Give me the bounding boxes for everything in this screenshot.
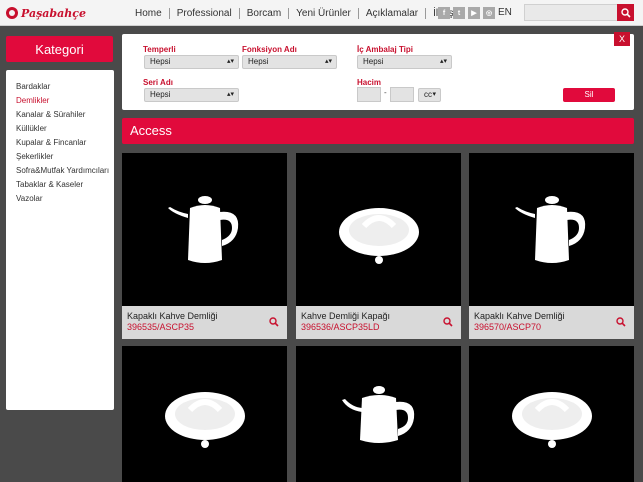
product-info: Kahve Demliği Kapağı 396536/ASCP35LD <box>296 306 461 339</box>
zoom-icon[interactable] <box>443 317 453 327</box>
ambalaj-label: İç Ambalaj Tipi <box>357 45 414 54</box>
fonksiyon-select[interactable]: Hepsi ▴▾ <box>242 55 337 69</box>
product-info: Kapaklı Kahve Demliği 396570/ASCP70 <box>469 306 634 339</box>
chevron-updown-icon: ▴▾ <box>226 91 234 98</box>
product-image <box>469 153 634 306</box>
nav-professional[interactable]: Professional <box>170 7 240 19</box>
top-header: Paşabahçe Home Professional Borcam Yeni … <box>0 0 643 26</box>
filter-panel: Temperli Hepsi ▴▾ Fonksiyon Adı Hepsi ▴▾ İ… <box>122 34 634 110</box>
brand-logo[interactable]: Paşabahçe <box>6 5 86 21</box>
sidebar-item-sofra[interactable]: Sofra&Mutfak Yardımcıları <box>6 164 114 178</box>
hacim-unit-select[interactable]: cc ▾ <box>418 88 441 102</box>
sidebar-title: Kategori <box>6 36 113 62</box>
facebook-icon[interactable]: f <box>438 7 450 19</box>
product-card[interactable] <box>122 346 287 482</box>
hacim-min-input[interactable] <box>357 87 381 102</box>
temperli-value: Hepsi <box>150 57 171 66</box>
product-card[interactable]: Kapaklı Kahve Demliği 396535/ASCP35 <box>122 153 287 339</box>
logo-text: Paşabahçe <box>21 6 86 20</box>
fonksiyon-value: Hepsi <box>248 57 269 66</box>
product-code: 396570/ASCP70 <box>474 322 542 332</box>
series-banner: Access <box>122 118 634 144</box>
nav-aciklamalar[interactable]: Açıklamalar <box>359 7 427 19</box>
nav-home[interactable]: Home <box>128 7 170 19</box>
sidebar-item-tabaklar[interactable]: Tabaklar & Kaseler <box>6 178 114 192</box>
chevron-updown-icon: ▴▾ <box>324 58 332 65</box>
seri-value: Hepsi <box>150 90 171 99</box>
product-code: 396536/ASCP35LD <box>301 322 380 332</box>
sidebar-item-kanalar[interactable]: Kanalar & Sürahiler <box>6 108 114 122</box>
close-filter-button[interactable]: X <box>614 32 630 46</box>
logo-mark-icon <box>6 7 18 19</box>
seri-label: Seri Adı <box>143 78 173 87</box>
chevron-updown-icon: ▴▾ <box>439 58 447 65</box>
product-card[interactable]: Kahve Demliği Kapağı 396536/ASCP35LD <box>296 153 461 339</box>
search-icon <box>620 7 631 18</box>
sidebar-item-bardaklar[interactable]: Bardaklar <box>6 80 114 94</box>
product-name: Kahve Demliği Kapağı <box>301 311 391 321</box>
search-button[interactable] <box>617 4 634 21</box>
fonksiyon-label: Fonksiyon Adı <box>242 45 297 54</box>
language-switch[interactable]: EN <box>498 7 512 18</box>
hacim-unit-value: cc <box>424 90 432 99</box>
category-sidebar: Bardaklar Demlikler Kanalar & Sürahiler … <box>6 70 114 410</box>
nav-yeni-urunler[interactable]: Yeni Ürünler <box>289 7 359 19</box>
teapot-image <box>341 386 414 443</box>
lid-image <box>164 392 245 448</box>
product-image <box>469 346 634 482</box>
sidebar-item-sekerlikler[interactable]: Şekerlikler <box>6 150 114 164</box>
zoom-icon[interactable] <box>269 317 279 327</box>
clear-filters-button[interactable]: Sil <box>563 88 615 102</box>
chevron-updown-icon: ▴▾ <box>226 58 234 65</box>
lid-image <box>511 392 592 448</box>
sidebar-item-kulukler[interactable]: Küllükler <box>6 122 114 136</box>
product-image <box>296 153 461 306</box>
nav-borcam[interactable]: Borcam <box>240 7 290 19</box>
sidebar-item-demlikler[interactable]: Demlikler <box>6 94 114 108</box>
product-image <box>296 346 461 482</box>
youtube-icon[interactable]: ▶ <box>468 7 480 19</box>
social-links: f t ▶ ◎ <box>438 7 495 19</box>
coffee-pot-image <box>167 195 238 263</box>
seri-select[interactable]: Hepsi ▴▾ <box>144 88 239 102</box>
product-info: Kapaklı Kahve Demliği 396535/ASCP35 <box>122 306 287 339</box>
product-name: Kapaklı Kahve Demliği <box>474 311 565 321</box>
search-input[interactable] <box>524 4 618 21</box>
sidebar-item-vazolar[interactable]: Vazolar <box>6 192 114 206</box>
temperli-select[interactable]: Hepsi ▴▾ <box>144 55 239 69</box>
product-card[interactable] <box>296 346 461 482</box>
coffee-pot-image <box>514 195 585 263</box>
ambalaj-value: Hepsi <box>363 57 384 66</box>
product-card[interactable]: Kapaklı Kahve Demliği 396570/ASCP70 <box>469 153 634 339</box>
product-image <box>122 346 287 482</box>
chevron-updown-icon: ▾ <box>432 91 436 98</box>
hacim-separator: - <box>384 88 387 97</box>
product-card[interactable] <box>469 346 634 482</box>
zoom-icon[interactable] <box>616 317 626 327</box>
product-code: 396535/ASCP35 <box>127 322 195 332</box>
main-nav: Home Professional Borcam Yeni Ürünler Aç… <box>128 0 471 26</box>
product-image <box>122 153 287 306</box>
temperli-label: Temperli <box>143 45 176 54</box>
lid-image <box>338 207 419 264</box>
sidebar-item-kupalar[interactable]: Kupalar & Fincanlar <box>6 136 114 150</box>
hacim-label: Hacim <box>357 78 382 87</box>
twitter-icon[interactable]: t <box>453 7 465 19</box>
product-name: Kapaklı Kahve Demliği <box>127 311 218 321</box>
instagram-icon[interactable]: ◎ <box>483 7 495 19</box>
hacim-max-input[interactable] <box>390 87 414 102</box>
ambalaj-select[interactable]: Hepsi ▴▾ <box>357 55 452 69</box>
